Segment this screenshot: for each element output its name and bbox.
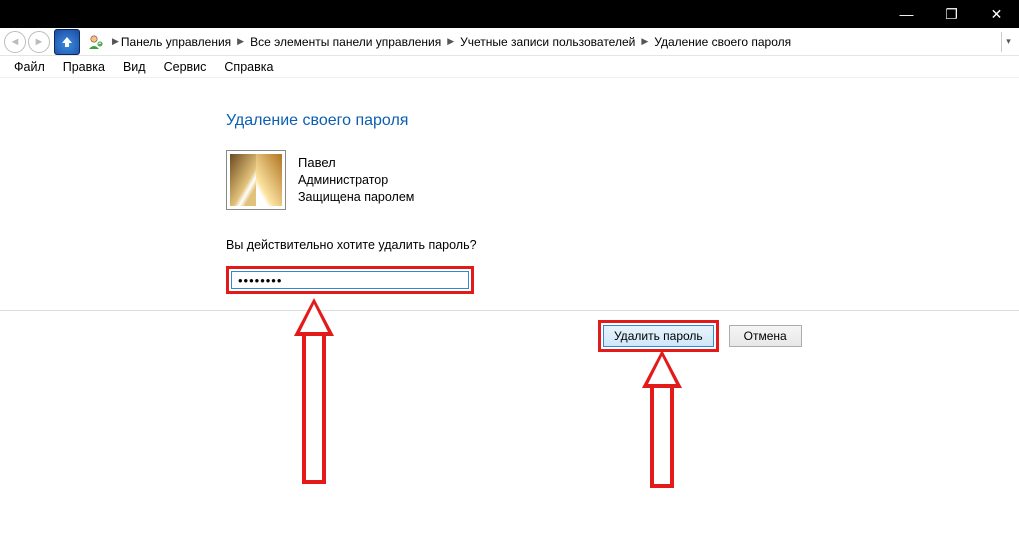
delete-password-button[interactable]: Удалить пароль [603, 325, 714, 347]
crumb-user-accounts[interactable]: Учетные записи пользователей [460, 35, 635, 49]
menu-edit[interactable]: Правка [63, 60, 105, 74]
separator-line [0, 310, 1019, 311]
forward-button[interactable]: ► [28, 31, 50, 53]
menu-view[interactable]: Вид [123, 60, 146, 74]
up-arrow-icon [60, 35, 74, 49]
annotation-arrow-icon [300, 298, 328, 484]
breadcrumb: Панель управления ▶ Все элементы панели … [121, 28, 999, 55]
chevron-icon: ▶ [237, 36, 244, 47]
menu-help[interactable]: Справка [224, 60, 273, 74]
back-button[interactable]: ◄ [4, 31, 26, 53]
crumb-control-panel[interactable]: Панель управления [121, 35, 231, 49]
current-password-input[interactable] [231, 271, 469, 289]
crumb-delete-password[interactable]: Удаление своего пароля [654, 35, 791, 49]
page-title: Удаление своего пароля [226, 112, 1019, 130]
user-info-text: Павел Администратор Защищена паролем [298, 154, 414, 205]
avatar [226, 150, 286, 210]
user-name: Павел [298, 154, 414, 172]
page-content: Удаление своего пароля Павел Администрат… [0, 78, 1019, 294]
password-highlight-box [226, 266, 474, 294]
user-accounts-icon [86, 32, 106, 52]
confirm-prompt: Вы действительно хотите удалить пароль? [226, 238, 1019, 252]
address-dropdown[interactable]: ▾ [1001, 32, 1015, 52]
user-status: Защищена паролем [298, 189, 414, 206]
annotation-arrow-icon [648, 350, 676, 488]
menu-file[interactable]: Файл [14, 60, 45, 74]
cancel-button[interactable]: Отмена [729, 325, 802, 347]
minimize-button[interactable]: — [884, 0, 929, 28]
menu-bar: Файл Правка Вид Сервис Справка [0, 56, 1019, 78]
maximize-button[interactable]: ❐ [929, 0, 974, 28]
chevron-icon: ▶ [112, 36, 119, 47]
up-button[interactable] [54, 29, 80, 55]
action-buttons: Удалить пароль Отмена [598, 320, 802, 352]
delete-button-highlight: Удалить пароль [598, 320, 719, 352]
avatar-art-icon [230, 154, 282, 206]
explorer-navbar: ◄ ► ▶ Панель управления ▶ Все элементы п… [0, 28, 1019, 56]
crumb-all-items[interactable]: Все элементы панели управления [250, 35, 441, 49]
user-info-block: Павел Администратор Защищена паролем [226, 150, 1019, 210]
chevron-icon: ▶ [641, 36, 648, 47]
menu-service[interactable]: Сервис [164, 60, 207, 74]
close-button[interactable]: ✕ [974, 0, 1019, 28]
user-role: Администратор [298, 172, 414, 189]
window-titlebar: — ❐ ✕ [0, 0, 1019, 28]
chevron-icon: ▶ [447, 36, 454, 47]
